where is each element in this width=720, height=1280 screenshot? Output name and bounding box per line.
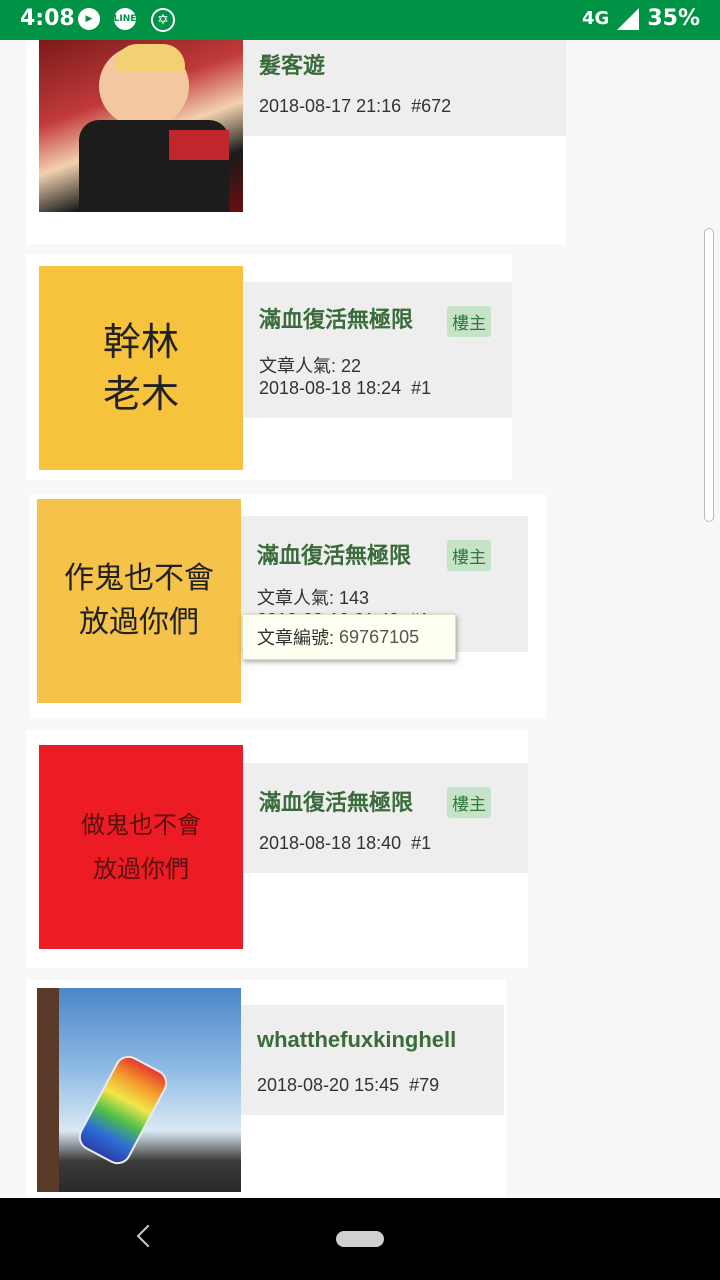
floor-number[interactable]: #79 — [409, 1075, 439, 1095]
timestamp-text: 2018-08-17 21:16 — [259, 96, 402, 116]
author-name[interactable]: whatthefuxkinghell — [257, 1027, 456, 1053]
status-time: 4:08 — [20, 6, 75, 31]
timestamp-text: 2018-08-18 18:40 — [259, 833, 402, 853]
post-timestamp: 2018-08-18 18:24 #1 — [259, 378, 431, 399]
op-badge: 樓主 — [447, 306, 491, 337]
avatar-line: 放過你們 — [93, 855, 189, 883]
tooltip-value: 69767105 — [339, 626, 420, 647]
avatar[interactable]: 幹林 老木 — [39, 266, 243, 470]
network-type: 4G — [582, 8, 610, 29]
avatar[interactable] — [39, 40, 243, 212]
author-name[interactable]: 髮客遊 — [259, 48, 325, 80]
avatar-line: 做鬼也不會 — [81, 811, 201, 839]
author-name[interactable]: 滿血復活無極限 — [259, 785, 413, 817]
avatar-caption: 幹林 老木 — [39, 266, 243, 470]
post-timestamp: 2018-08-17 21:16 #672 — [259, 96, 451, 117]
op-badge: 樓主 — [447, 787, 491, 818]
line-icon: LINE — [114, 8, 136, 30]
scrollbar[interactable] — [704, 228, 714, 522]
post-info: 滿血復活無極限 樓主 2018-08-18 18:40 #1 — [243, 763, 528, 873]
post-timestamp: 2018-08-18 18:40 #1 — [259, 833, 431, 854]
popularity: 文章人氣: 22 — [259, 356, 362, 376]
timestamp-text: 2018-08-20 15:45 — [257, 1075, 400, 1095]
floor-number[interactable]: #1 — [411, 378, 431, 398]
tooltip-label: 文章編號: — [257, 628, 335, 648]
avatar[interactable]: 做鬼也不會 放過你們 — [39, 745, 243, 949]
post-info: whatthefuxkinghell 2018-08-20 15:45 #79 — [241, 1005, 504, 1115]
list-item[interactable]: 髮客遊 2018-08-17 21:16 #672 — [26, 40, 566, 244]
floor-number[interactable]: #1 — [411, 833, 431, 853]
author-name[interactable]: 滿血復活無極限 — [259, 302, 413, 334]
avatar[interactable]: 作鬼也不會 放過你們 — [37, 499, 241, 703]
list-item[interactable]: 幹林 老木 滿血復活無極限 樓主 文章人氣: 22 2018-08-18 18:… — [26, 254, 512, 480]
list-item[interactable]: whatthefuxkinghell 2018-08-20 15:45 #79 — [26, 980, 506, 1198]
navigation-bar — [0, 1198, 720, 1280]
play-icon: ▶ — [78, 8, 100, 30]
list-item[interactable]: 作鬼也不會 放過你們 滿血復活無極限 樓主 文章人氣: 143 2018-08-… — [30, 494, 546, 718]
home-pill-icon[interactable] — [336, 1231, 384, 1247]
back-icon[interactable] — [136, 1224, 160, 1248]
avatar-line: 放過你們 — [79, 605, 199, 640]
post-id-tooltip: 文章編號: 69767105 — [242, 614, 456, 660]
avatar[interactable] — [37, 988, 241, 1192]
post-timestamp: 2018-08-20 15:45 #79 — [257, 1075, 439, 1096]
avatar-line: 老木 — [102, 372, 179, 416]
list-item[interactable]: 做鬼也不會 放過你們 滿血復活無極限 樓主 2018-08-18 18:40 #… — [26, 730, 528, 968]
signal-icon — [617, 7, 640, 30]
star-of-david-icon: ✡ — [151, 8, 175, 32]
popularity: 文章人氣: 143 — [257, 588, 370, 608]
floor-number[interactable]: #672 — [411, 96, 451, 116]
op-badge: 樓主 — [447, 540, 491, 571]
post-info: 滿血復活無極限 樓主 文章人氣: 22 2018-08-18 18:24 #1 — [243, 282, 512, 418]
battery-level: 35% — [647, 6, 700, 31]
avatar-caption: 做鬼也不會 放過你們 — [39, 745, 243, 949]
author-name[interactable]: 滿血復活無極限 — [257, 538, 411, 570]
avatar-line: 作鬼也不會 — [64, 561, 214, 596]
status-bar: 4:08 ▶ LINE ✡ 4G 35% — [0, 0, 720, 40]
timestamp-text: 2018-08-18 18:24 — [259, 378, 402, 398]
avatar-line: 幹林 — [102, 320, 179, 364]
post-info: 髮客遊 2018-08-17 21:16 #672 — [243, 40, 566, 136]
avatar-caption: 作鬼也不會 放過你們 — [37, 499, 241, 703]
